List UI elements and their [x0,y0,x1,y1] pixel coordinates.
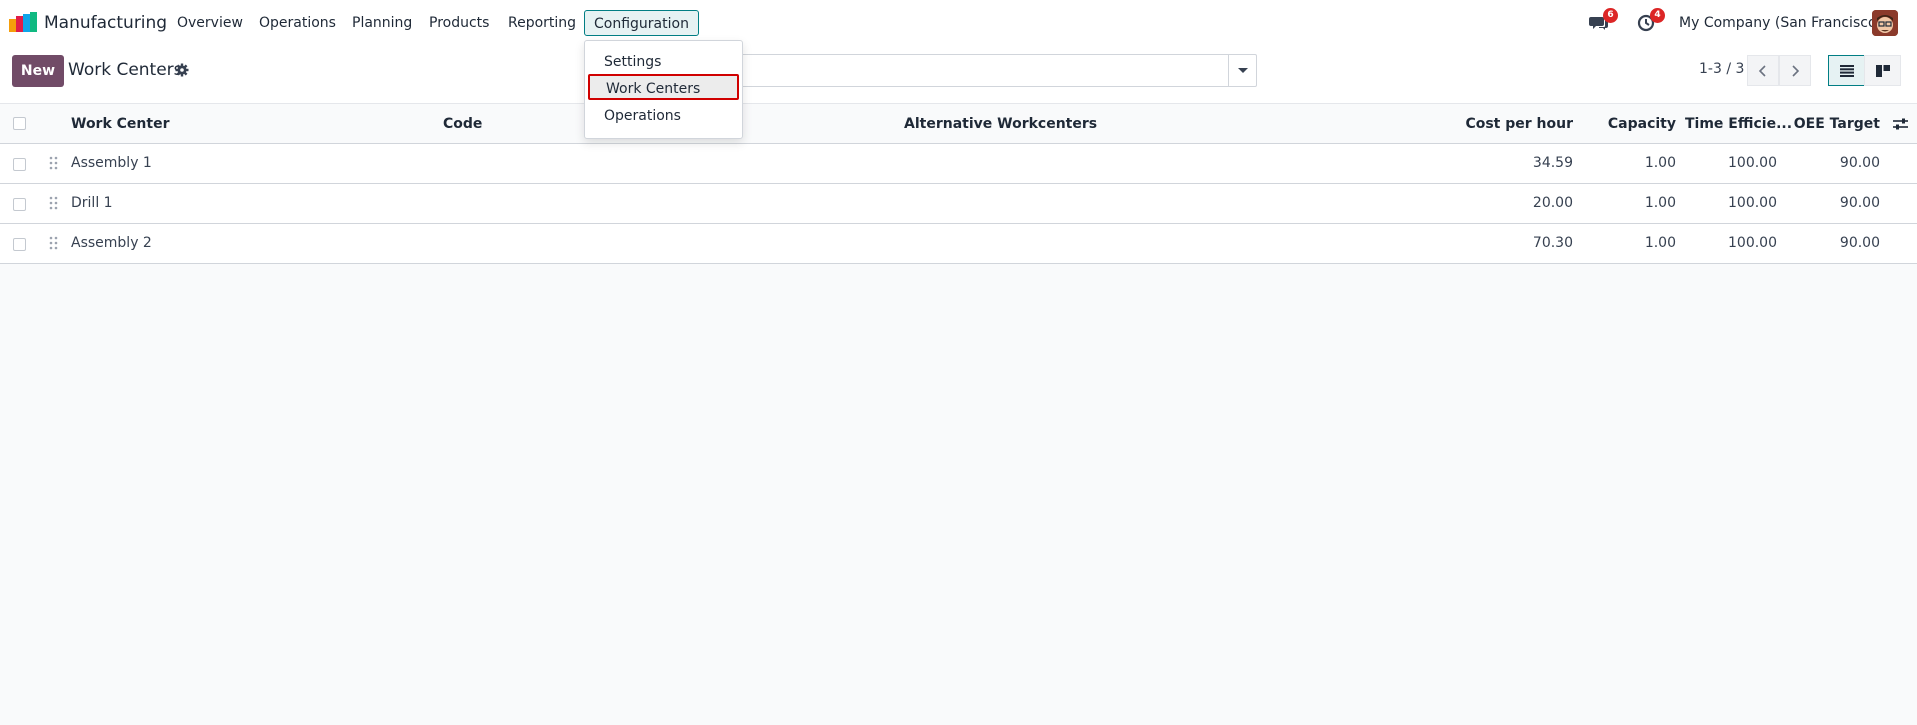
activities-button[interactable]: 4 [1636,8,1665,33]
column-oee-target[interactable]: OEE Target [1794,116,1880,132]
cell-capacity: 1.00 [1644,195,1676,211]
table-row[interactable]: Assembly 1 34.59 1.00 100.00 90.00 [0,144,1917,184]
cell-capacity: 1.00 [1644,155,1676,171]
pager-value[interactable]: 1-3 / 3 [1699,61,1744,77]
table-header: Work Center Code Alternative Workcenters… [0,104,1917,144]
column-capacity[interactable]: Capacity [1608,116,1676,132]
menu-overview[interactable]: Overview [177,15,243,31]
cell-efficiency: 100.00 [1728,195,1777,211]
new-button[interactable]: New [12,55,64,87]
messages-button[interactable]: 6 [1589,8,1618,33]
list-icon [1840,65,1854,77]
manufacturing-app-icon[interactable] [9,12,37,32]
row-checkbox[interactable] [13,238,26,251]
column-code[interactable]: Code [443,116,482,132]
activities-badge: 4 [1650,8,1665,23]
configuration-dropdown-menu: Settings Work Centers Operations [584,40,743,139]
pager-next-button[interactable] [1779,55,1811,86]
drag-handle-icon[interactable] [49,196,59,210]
control-panel: New Work Centers 1-3 / 3 [0,46,1917,104]
drag-handle-icon[interactable] [49,236,59,250]
menu-operations[interactable]: Operations [259,15,336,31]
company-switcher[interactable]: My Company (San Francisco) [1679,15,1882,31]
column-work-center[interactable]: Work Center [71,116,169,132]
avatar-face-icon [1872,10,1898,36]
select-all-checkbox[interactable] [13,117,26,130]
dropdown-item-settings[interactable]: Settings [585,49,742,75]
chevron-right-icon [1792,65,1800,77]
cell-capacity: 1.00 [1644,235,1676,251]
row-checkbox[interactable] [13,198,26,211]
gear-icon[interactable] [175,63,189,77]
menu-reporting[interactable]: Reporting [508,15,576,31]
cell-oee: 90.00 [1839,235,1880,251]
list-view-button[interactable] [1828,55,1865,86]
kanban-icon [1876,65,1890,77]
user-avatar[interactable] [1872,10,1898,36]
cell-work-center: Assembly 2 [71,235,152,251]
cell-oee: 90.00 [1839,155,1880,171]
pager-previous-button[interactable] [1747,55,1779,86]
menu-products[interactable]: Products [429,15,489,31]
app-name[interactable]: Manufacturing [44,13,167,33]
optional-columns-icon[interactable] [1893,117,1908,131]
drag-handle-icon[interactable] [49,156,59,170]
cell-cost: 34.59 [1532,155,1573,171]
table-row[interactable]: Drill 1 20.00 1.00 100.00 90.00 [0,184,1917,224]
dropdown-item-work-centers[interactable]: Work Centers [588,74,739,100]
column-alternative-workcenters[interactable]: Alternative Workcenters [904,116,1097,132]
top-navbar: Manufacturing Overview Operations Planni… [0,0,1917,46]
row-checkbox[interactable] [13,158,26,171]
search-options-toggle[interactable] [1228,55,1256,86]
chevron-left-icon [1758,65,1766,77]
cell-cost: 70.30 [1532,235,1573,251]
table-row[interactable]: Assembly 2 70.30 1.00 100.00 90.00 [0,224,1917,264]
menu-planning[interactable]: Planning [352,15,412,31]
menu-configuration[interactable]: Configuration [584,10,699,36]
cell-oee: 90.00 [1839,195,1880,211]
messages-badge: 6 [1603,8,1618,23]
breadcrumb: Work Centers [68,60,183,80]
dropdown-item-operations[interactable]: Operations [585,103,742,129]
cell-work-center: Drill 1 [71,195,113,211]
kanban-view-button[interactable] [1864,55,1901,86]
column-time-efficiency[interactable]: Time Efficie... [1685,116,1792,132]
column-cost-per-hour[interactable]: Cost per hour [1465,116,1573,132]
cell-work-center: Assembly 1 [71,155,152,171]
cell-cost: 20.00 [1532,195,1573,211]
cell-efficiency: 100.00 [1728,155,1777,171]
cell-efficiency: 100.00 [1728,235,1777,251]
